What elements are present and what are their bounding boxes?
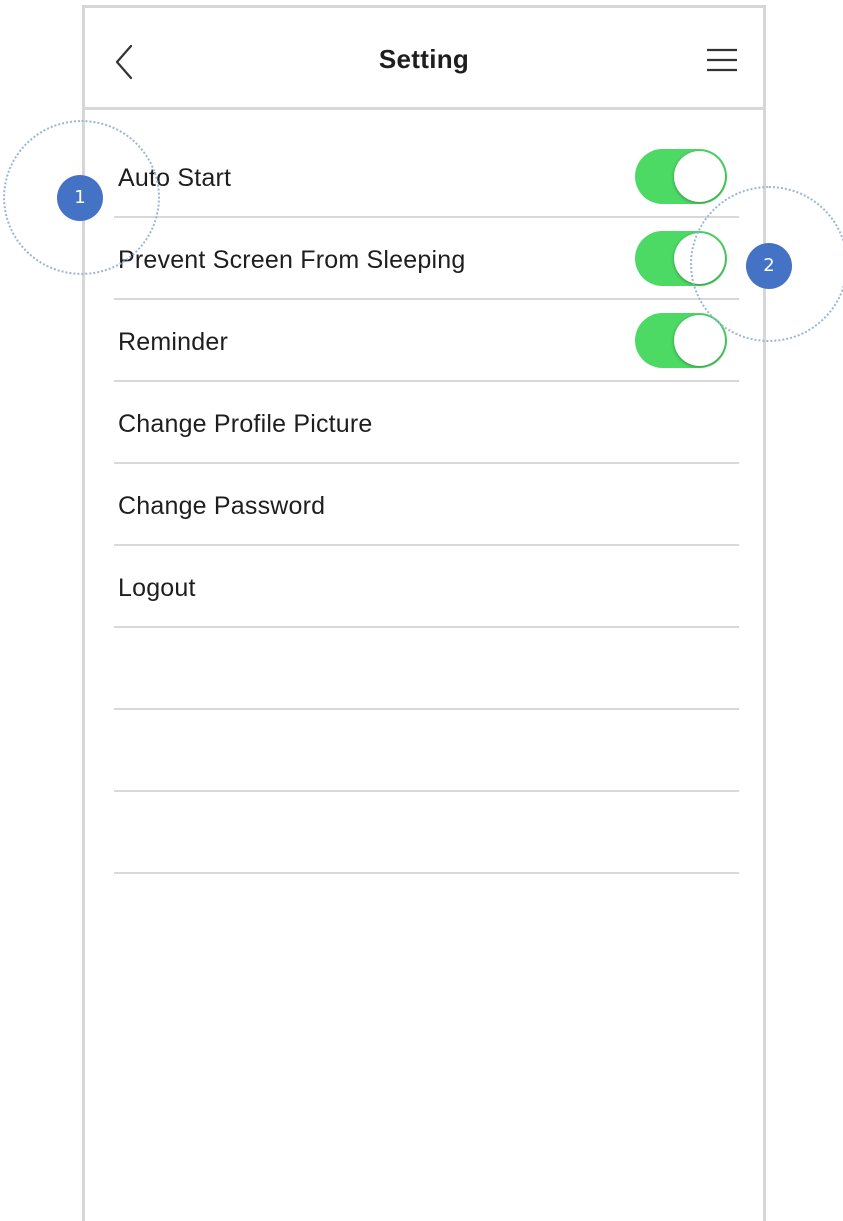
- toggle-knob: [674, 233, 725, 284]
- setting-row-auto-start[interactable]: Auto Start: [114, 136, 739, 218]
- setting-row-prevent-sleep[interactable]: Prevent Screen From Sleeping: [114, 218, 739, 300]
- annotation-badge-2: 2: [746, 243, 792, 289]
- setting-label: Reminder: [118, 328, 228, 356]
- setting-row-reminder[interactable]: Reminder: [114, 300, 739, 382]
- setting-label: Prevent Screen From Sleeping: [118, 246, 466, 274]
- page-title: Setting: [378, 44, 470, 74]
- setting-label: Change Password: [118, 492, 326, 520]
- setting-label: Auto Start: [118, 164, 232, 192]
- setting-label: Logout: [118, 574, 196, 602]
- annotation-badge-1: 1: [57, 175, 103, 221]
- toggle-knob: [674, 151, 725, 202]
- settings-list: Auto Start Prevent Screen From Sleeping …: [114, 136, 739, 874]
- setting-label: Change Profile Picture: [118, 410, 373, 438]
- screen: Setting Auto Start Prevent Screen From S…: [0, 0, 843, 1221]
- empty-row: [114, 628, 739, 710]
- empty-row: [114, 792, 739, 874]
- reminder-toggle[interactable]: [635, 313, 727, 368]
- header-bar: Setting: [85, 8, 763, 110]
- setting-row-change-profile-picture[interactable]: Change Profile Picture: [114, 382, 739, 464]
- setting-row-change-password[interactable]: Change Password: [114, 464, 739, 546]
- empty-row: [114, 710, 739, 792]
- setting-row-logout[interactable]: Logout: [114, 546, 739, 628]
- menu-button[interactable]: [705, 46, 739, 76]
- prevent-sleep-toggle[interactable]: [635, 231, 727, 286]
- phone-frame: Setting Auto Start Prevent Screen From S…: [82, 5, 766, 1221]
- toggle-knob: [674, 315, 725, 366]
- hamburger-menu-icon: [707, 48, 737, 72]
- auto-start-toggle[interactable]: [635, 149, 727, 204]
